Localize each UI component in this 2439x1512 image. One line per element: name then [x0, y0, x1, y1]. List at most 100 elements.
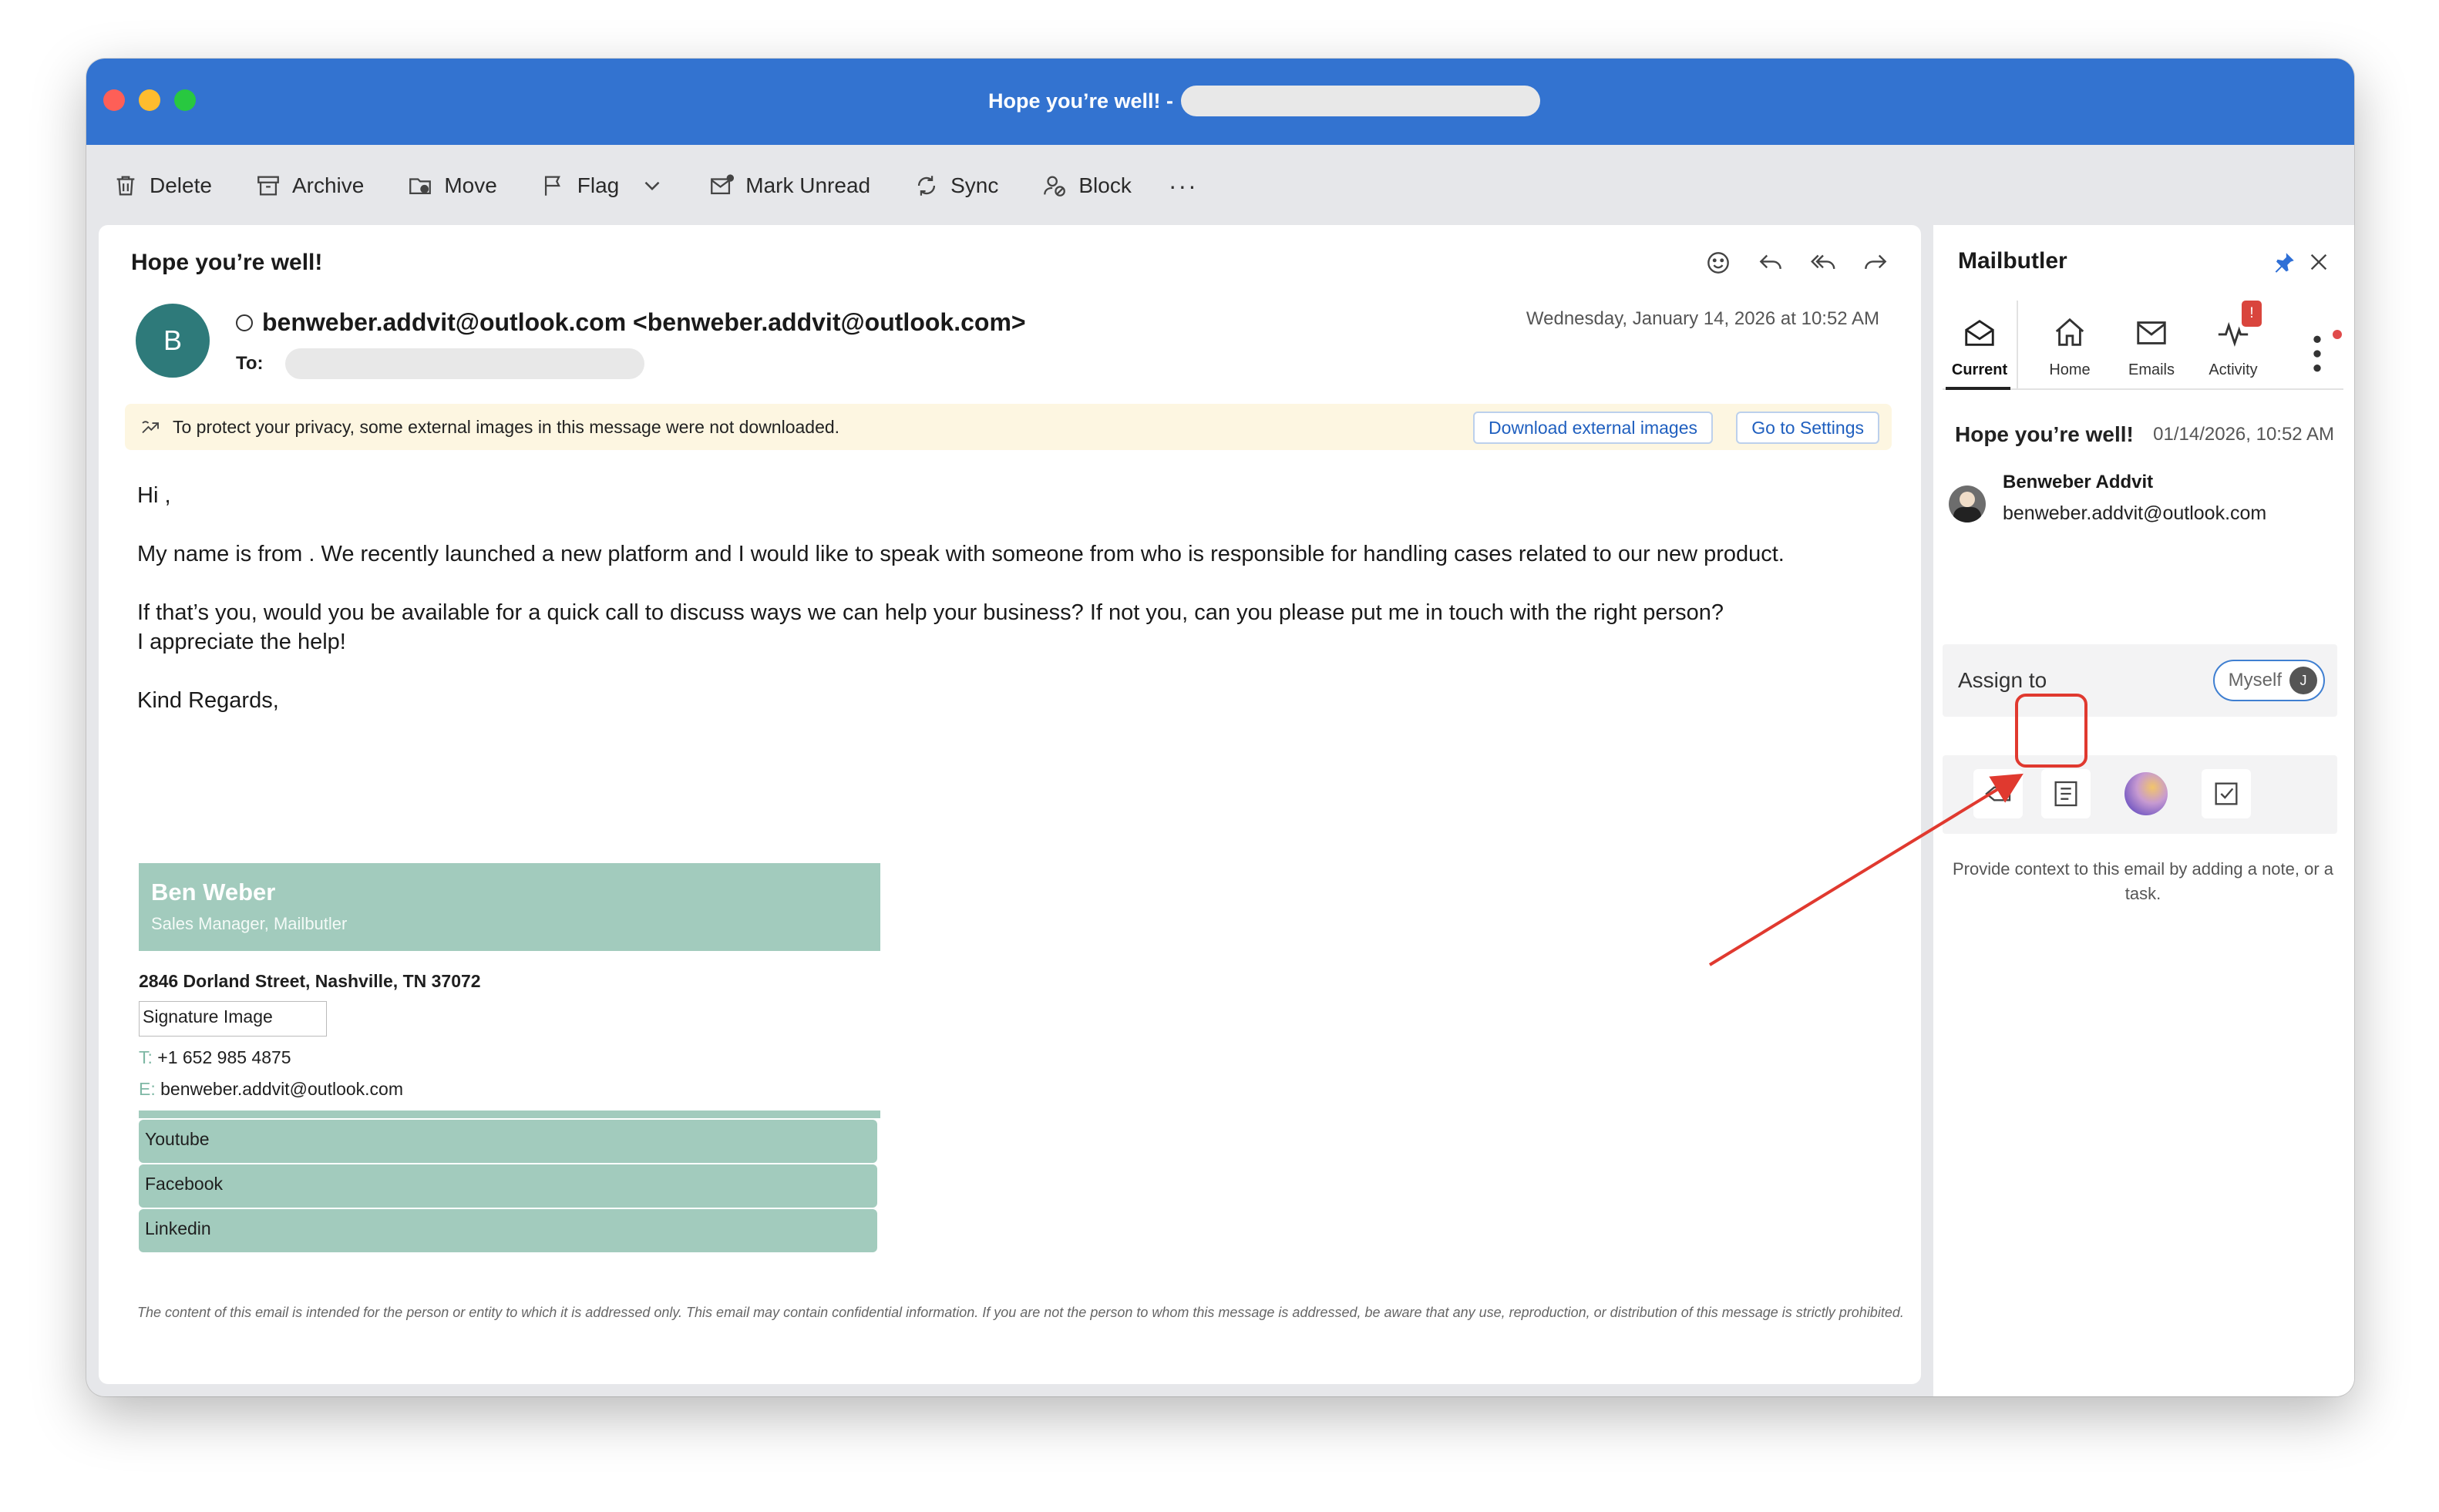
sender-avatar: B — [136, 304, 210, 378]
ai-orb-icon — [2124, 772, 2168, 815]
sidebar-subject: Hope you’re well! — [1955, 422, 2134, 446]
pin-icon[interactable] — [2271, 250, 2297, 276]
privacy-text: To protect your privacy, some external i… — [173, 416, 840, 437]
sync-label: Sync — [950, 173, 999, 197]
assignee-selector[interactable]: Myself J — [2212, 660, 2325, 701]
emoji-icon[interactable] — [1704, 248, 1733, 277]
close-icon[interactable] — [2306, 250, 2331, 274]
signature-image: Signature Image — [139, 1001, 327, 1037]
flag-label: Flag — [577, 173, 620, 197]
tab-current-label: Current — [1951, 361, 2008, 378]
sidebar-help-text: Provide context to this email by adding … — [1952, 859, 2334, 903]
signature-address: 2846 Dorland Street, Nashville, TN 37072 — [139, 971, 481, 991]
notification-dot — [2333, 330, 2342, 339]
tab-emails[interactable]: Emails — [2111, 301, 2192, 388]
kebab-icon[interactable] — [2302, 327, 2333, 381]
tab-home-label: Home — [2049, 361, 2091, 378]
sidebar-nav: Current Home Emails ! Activity — [1943, 301, 2343, 390]
note-button-highlight — [2015, 694, 2087, 768]
mark-unread-label: Mark Unread — [745, 173, 871, 197]
ai-assistant-button[interactable] — [2121, 769, 2171, 818]
tag-button[interactable] — [1973, 769, 2023, 818]
recipient-line: To: — [236, 348, 644, 379]
mailbutler-sidebar: Mailbutler Current Home Emails ! Activit… — [1933, 225, 2354, 1396]
to-label: To: — [236, 353, 264, 374]
social-link-youtube[interactable]: Youtube — [139, 1120, 877, 1163]
flag-button[interactable]: Flag — [540, 163, 665, 209]
contact-avatar — [1949, 486, 1986, 522]
mail-icon — [2137, 321, 2166, 344]
archive-icon — [257, 176, 279, 196]
more-actions-button[interactable]: ··· — [1169, 172, 1198, 200]
envelope-open-icon — [1965, 319, 1994, 346]
email-value[interactable]: benweber.addvit@outlook.com — [160, 1079, 403, 1099]
signature-role: Sales Manager, Mailbutler — [151, 914, 348, 933]
assign-row: Assign to Myself J — [1943, 644, 2337, 717]
assignee-avatar: J — [2289, 667, 2317, 694]
closing: Kind Regards, — [137, 688, 279, 713]
note-icon — [2054, 781, 2077, 807]
social-link-facebook[interactable]: Facebook — [139, 1164, 877, 1208]
reply-icon[interactable] — [1756, 248, 1785, 277]
trash-icon — [116, 176, 135, 196]
signature-name: Ben Weber — [151, 879, 276, 906]
unread-dot-icon[interactable] — [236, 314, 253, 331]
close-window-button[interactable] — [103, 89, 125, 111]
reply-all-icon[interactable] — [1808, 248, 1838, 277]
block-label: Block — [1078, 173, 1132, 197]
minimize-window-button[interactable] — [139, 89, 160, 111]
move-button[interactable]: Move — [407, 163, 497, 209]
signature-header: Ben Weber Sales Manager, Mailbutler — [139, 863, 880, 951]
signature-email: E: benweber.addvit@outlook.com — [139, 1079, 880, 1100]
add-task-button[interactable] — [2202, 769, 2251, 818]
sidebar-title: Mailbutler — [1958, 248, 2067, 274]
contact-name[interactable]: Benweber Addvit — [2003, 472, 2153, 493]
forward-icon[interactable] — [1861, 248, 1890, 277]
message-actions — [1704, 248, 1890, 277]
title-bar: Hope you’re well! - — [86, 59, 2354, 145]
redacted-recipient — [284, 348, 644, 379]
tag-icon — [1985, 786, 2011, 801]
delete-label: Delete — [150, 173, 212, 197]
sender-line: benweber.addvit@outlook.com <benweber.ad… — [236, 308, 1026, 337]
signature-phone: T: +1 652 985 4875 — [139, 1047, 880, 1068]
assignee-name: Myself — [2228, 670, 2282, 690]
flag-icon — [544, 176, 560, 196]
privacy-banner: To protect your privacy, some external i… — [125, 404, 1892, 450]
tab-activity[interactable]: ! Activity — [2192, 301, 2274, 388]
greeting: Hi , — [137, 483, 171, 508]
zoom-window-button[interactable] — [174, 89, 196, 111]
add-note-button[interactable] — [2041, 769, 2091, 818]
move-label: Move — [444, 173, 497, 197]
tab-current[interactable]: Current — [1943, 301, 2018, 390]
phone-value[interactable]: +1 652 985 4875 — [157, 1047, 291, 1067]
body-paragraph-1: My name is from . We recently launched a… — [137, 542, 1785, 566]
signature-divider — [139, 1110, 880, 1118]
body-paragraph-2-line-1: If that’s you, would you be available fo… — [137, 600, 1724, 625]
phone-label: T: — [139, 1047, 153, 1067]
archive-label: Archive — [291, 173, 365, 197]
sync-button[interactable]: Sync — [913, 163, 998, 209]
assign-label: Assign to — [1958, 668, 2047, 692]
tab-emails-label: Emails — [2128, 361, 2175, 378]
archive-button[interactable]: Archive — [255, 163, 364, 209]
block-icon — [1044, 176, 1066, 197]
mark-unread-button[interactable]: Mark Unread — [708, 163, 870, 209]
mail-unread-icon — [711, 174, 735, 195]
folder-move-icon — [409, 178, 432, 195]
task-check-icon — [2215, 782, 2238, 805]
body-paragraph-2-line-2: I appreciate the help! — [137, 630, 346, 654]
delete-button[interactable]: Delete — [113, 163, 212, 209]
toolbar: Delete Archive Move Flag Mark Unread Syn… — [86, 145, 2354, 227]
sender-address[interactable]: benweber.addvit@outlook.com <benweber.ad… — [262, 308, 1026, 337]
chevron-down-icon[interactable] — [639, 173, 665, 199]
social-link-linkedin[interactable]: Linkedin — [139, 1209, 877, 1252]
go-to-settings-button[interactable]: Go to Settings — [1736, 412, 1879, 444]
tab-home[interactable]: Home — [2029, 301, 2111, 388]
redacted-title-part — [1181, 86, 1541, 116]
download-images-button[interactable]: Download external images — [1472, 412, 1713, 444]
legal-disclaimer: The content of this email is intended fo… — [137, 1305, 1904, 1320]
contact-email[interactable]: benweber.addvit@outlook.com — [2003, 502, 2266, 525]
block-button[interactable]: Block — [1041, 163, 1132, 209]
message-subject: Hope you’re well! — [131, 250, 323, 275]
